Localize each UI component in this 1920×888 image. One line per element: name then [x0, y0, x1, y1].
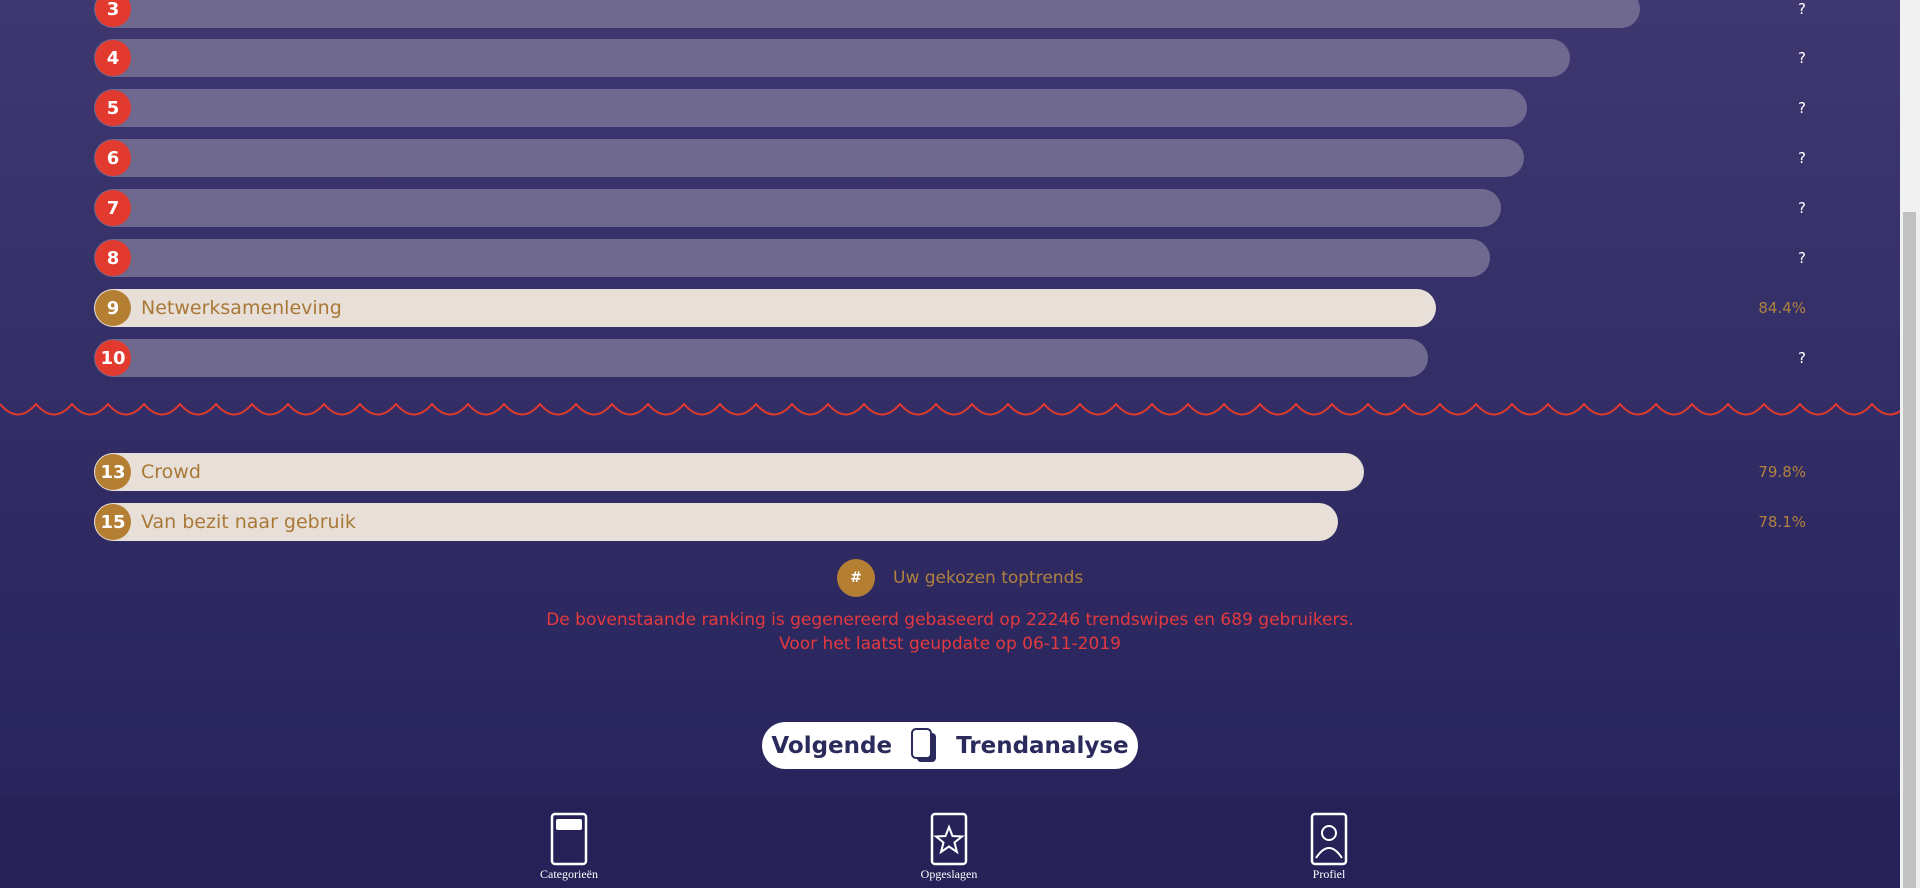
- update-note: Voor het laatst geupdate op 06-11-2019: [779, 634, 1121, 654]
- wave-divider: [0, 402, 1900, 416]
- trend-percentage: ?: [1798, 249, 1806, 267]
- cards-icon: [910, 727, 938, 764]
- trend-percentage: ?: [1798, 349, 1806, 367]
- legend-badge: #: [837, 559, 875, 597]
- trend-label: Van bezit naar gebruik: [141, 511, 356, 533]
- ranking-page: 3? 4? 5? 6? 7? 8? 9 Netwerksamenleving 84.4% 10? …: [0, 0, 1900, 888]
- rank-badge: 8: [95, 240, 131, 276]
- ranking-bar: [94, 189, 1501, 227]
- wave-line: [0, 402, 1900, 416]
- ranking-row: 3: [94, 0, 1640, 28]
- next-trendanalyse-button[interactable]: Volgende Trendanalyse: [762, 722, 1138, 769]
- ranking-bar: [94, 39, 1570, 77]
- trend-percentage: ?: [1798, 149, 1806, 167]
- ranking-bar: [94, 89, 1527, 127]
- nav-label-categorieen: Categorieën: [540, 867, 598, 881]
- ranking-bar: [94, 453, 1364, 491]
- trend-percentage: 78.1%: [1758, 513, 1806, 531]
- scrollbar[interactable]: [1900, 0, 1920, 888]
- ranking-row: 13 Crowd: [94, 453, 1364, 491]
- rank-badge: 10: [95, 340, 131, 376]
- card-icon: [550, 812, 588, 866]
- rank-badge: 5: [95, 90, 131, 126]
- rank-badge: 7: [95, 190, 131, 226]
- rank-badge: 9: [95, 290, 131, 326]
- trend-percentage: ?: [1798, 99, 1806, 117]
- rank-badge: 13: [95, 454, 131, 490]
- star-card-icon: [930, 812, 968, 866]
- ranking-row: 4: [94, 39, 1570, 77]
- nav-label-opgeslagen: Opgeslagen: [920, 867, 978, 881]
- trendanalyse-label: Trendanalyse: [956, 732, 1129, 759]
- nav-opgeslagen[interactable]: Opgeslagen: [894, 812, 1004, 882]
- rank-badge: 4: [95, 40, 131, 76]
- ranking-row: 10: [94, 339, 1428, 377]
- trend-percentage: ?: [1798, 0, 1806, 18]
- ranking-bar: [94, 339, 1428, 377]
- legend-text: Uw gekozen toptrends: [893, 568, 1084, 588]
- ranking-row: 15 Van bezit naar gebruik: [94, 503, 1338, 541]
- trend-percentage: ?: [1798, 199, 1806, 217]
- trend-label: Netwerksamenleving: [141, 297, 342, 319]
- ranking-row: 8: [94, 239, 1490, 277]
- ranking-note: De bovenstaande ranking is gegenereerd g…: [546, 610, 1354, 630]
- next-label: Volgende: [771, 732, 893, 759]
- legend: # Uw gekozen toptrends: [837, 559, 1084, 597]
- trend-percentage: 84.4%: [1758, 299, 1806, 317]
- rank-badge: 15: [95, 504, 131, 540]
- rank-badge: 6: [95, 140, 131, 176]
- trend-label: Crowd: [141, 461, 201, 483]
- nav-profiel[interactable]: Profiel: [1274, 812, 1384, 882]
- ranking-bar: [94, 139, 1524, 177]
- trend-percentage: 79.8%: [1758, 463, 1806, 481]
- nav-categorieen[interactable]: Categorieën: [514, 812, 624, 882]
- ranking-bar: [94, 239, 1490, 277]
- ranking-bar: [94, 0, 1640, 28]
- profile-card-icon: [1310, 812, 1348, 866]
- ranking-row: 6: [94, 139, 1524, 177]
- ranking-row: 9 Netwerksamenleving: [94, 289, 1436, 327]
- ranking-row: 7: [94, 189, 1501, 227]
- trend-percentage: ?: [1798, 49, 1806, 67]
- bottom-nav: Categorieën Opgeslagen Profiel: [0, 798, 1900, 888]
- nav-label-profiel: Profiel: [1312, 867, 1346, 881]
- ranking-row: 5: [94, 89, 1527, 127]
- scrollbar-thumb[interactable]: [1903, 212, 1916, 888]
